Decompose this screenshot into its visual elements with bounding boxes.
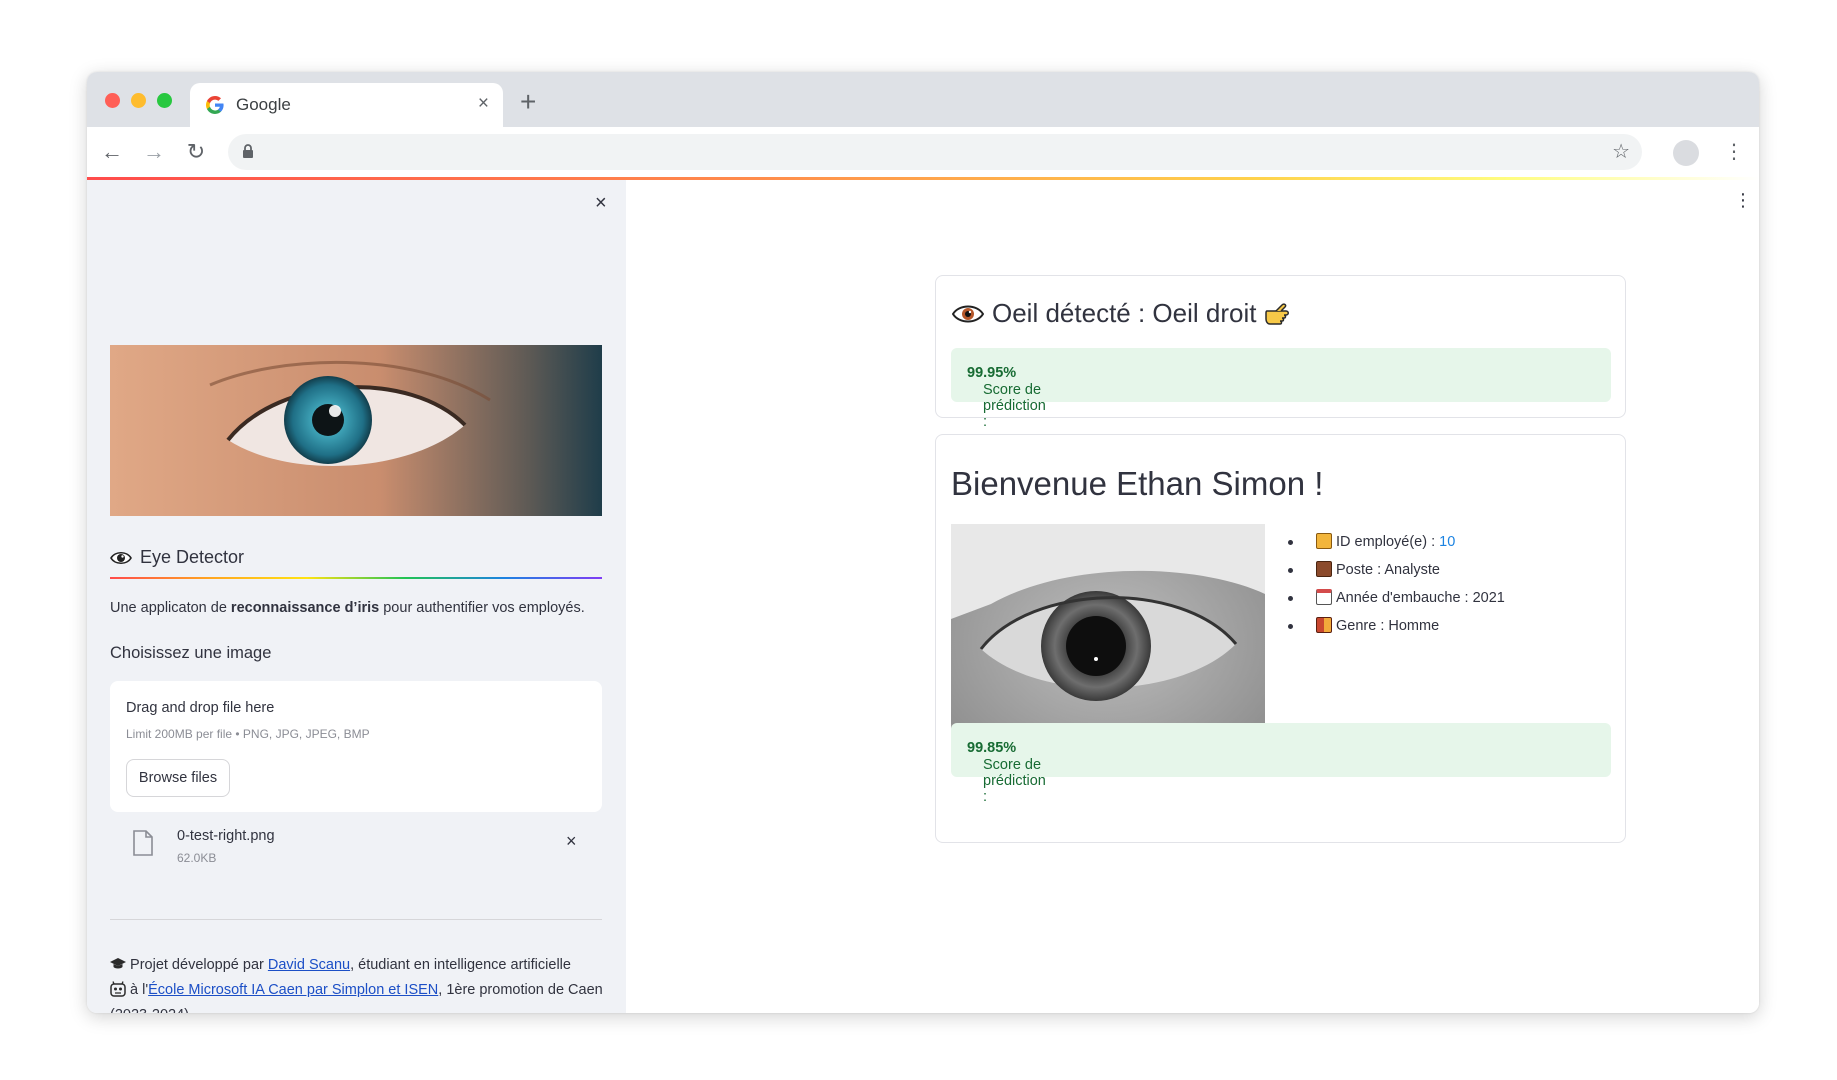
- eye-icon: [952, 305, 984, 322]
- tab-close-icon[interactable]: ×: [478, 93, 489, 115]
- file-name: 0-test-right.png: [177, 828, 275, 844]
- sidebar: × Eye Detector Une applicaton de reconna…: [87, 180, 626, 1013]
- list-item: Genre : Homme: [1288, 612, 1505, 640]
- field-label: Genre :: [1336, 618, 1389, 634]
- app-title-text: Eye Detector: [140, 547, 245, 567]
- file-icon: [133, 830, 153, 856]
- credits-line2-prefix: à l': [126, 982, 149, 998]
- credits-line1-suffix: , étudiant en intelligence artificielle: [350, 957, 571, 973]
- id-folder-icon: [1316, 533, 1332, 549]
- sidebar-close-icon[interactable]: ×: [595, 192, 607, 215]
- forward-button[interactable]: →: [141, 139, 167, 165]
- pointing-right-icon: [1265, 302, 1290, 325]
- field-label: Année d'embauche :: [1336, 590, 1473, 606]
- employee-card: Bienvenue Ethan Simon ! ID employé(e): …: [935, 434, 1626, 843]
- employee-score-value: 99.85%: [967, 740, 1017, 756]
- window-close-dot[interactable]: [105, 93, 120, 108]
- main-content: ⋮ Oeil détecté : Oeil droit Score de pré…: [626, 180, 1759, 1013]
- new-tab-button[interactable]: +: [520, 88, 536, 116]
- app-menu-icon[interactable]: ⋮: [1734, 190, 1752, 210]
- employee-score-label: Score de prédiction :: [983, 757, 1046, 805]
- field-value: Analyste: [1384, 562, 1440, 578]
- detection-title-text: Oeil détecté : Oeil droit: [992, 298, 1257, 328]
- bookmark-star-icon[interactable]: ☆: [1612, 139, 1630, 164]
- back-button[interactable]: ←: [99, 139, 125, 165]
- dropzone-limit: Limit 200MB per file • PNG, JPG, JPEG, B…: [126, 727, 370, 741]
- window-minimize-dot[interactable]: [131, 93, 146, 108]
- description-suffix: pour authentifier vos employés.: [379, 600, 585, 616]
- uploader-label: Choisissez une image: [110, 644, 272, 662]
- list-item: ID employé(e) : 10: [1288, 528, 1505, 556]
- graduation-cap-icon: [110, 958, 126, 969]
- credits-text: Projet développé par David Scanu, étudia…: [110, 953, 605, 1013]
- description-prefix: Une applicaton de: [110, 600, 231, 616]
- detection-card: Oeil détecté : Oeil droit Score de prédi…: [935, 275, 1626, 430]
- field-label: Poste :: [1336, 562, 1385, 578]
- employee-score-box: Score de prédiction : 99.85%: [951, 723, 1611, 805]
- detection-title: Oeil détecté : Oeil droit: [952, 298, 1298, 329]
- detection-score-label: Score de prédiction :: [983, 382, 1046, 430]
- app-title: Eye Detector: [110, 547, 244, 568]
- detection-score-box: Score de prédiction : 99.95%: [951, 348, 1611, 430]
- list-item: Poste : Analyste: [1288, 556, 1505, 584]
- rainbow-divider: [110, 577, 602, 579]
- file-dropzone[interactable]: Drag and drop file here Limit 200MB per …: [110, 681, 602, 812]
- tab-title: Google: [236, 95, 291, 114]
- browse-files-button[interactable]: Browse files: [126, 759, 230, 797]
- browser-titlebar: Google × +: [87, 72, 1759, 127]
- field-label: ID employé(e) :: [1336, 534, 1440, 550]
- dropzone-title: Drag and drop file here: [126, 700, 275, 716]
- description-bold: reconnaissance d’iris: [230, 600, 380, 616]
- robot-face-icon: [110, 981, 126, 997]
- google-g-icon: [206, 96, 224, 114]
- browser-window: Google × + ← → ↻ ☆ ⋮ × Eye Detector Une …: [87, 72, 1759, 1013]
- field-value: 10: [1439, 534, 1456, 550]
- eye-icon: [110, 551, 132, 564]
- address-bar[interactable]: ☆: [228, 134, 1642, 170]
- school-link[interactable]: École Microsoft IA Caen par Simplon et I…: [148, 982, 438, 998]
- employee-info-list: ID employé(e) : 10 Poste : Analyste Anné…: [1288, 528, 1505, 640]
- welcome-heading: Bienvenue Ethan Simon !: [951, 465, 1324, 502]
- file-size: 62.0KB: [177, 851, 217, 865]
- briefcase-icon: [1316, 561, 1332, 577]
- browser-menu-icon[interactable]: ⋮: [1724, 139, 1744, 165]
- browser-tab[interactable]: Google ×: [190, 83, 503, 127]
- calendar-icon: [1316, 589, 1332, 605]
- field-value: 2021: [1472, 590, 1505, 606]
- author-link[interactable]: David Scanu: [268, 957, 350, 973]
- app-description: Une applicaton de reconnaissance d’iris …: [110, 600, 585, 616]
- browser-toolbar: ← → ↻ ☆ ⋮: [87, 127, 1759, 177]
- window-maximize-dot[interactable]: [157, 93, 172, 108]
- credits-line1-prefix: Projet développé par: [126, 957, 268, 973]
- list-item: Année d'embauche : 2021: [1288, 584, 1505, 612]
- people-icon: [1316, 617, 1332, 633]
- field-value: Homme: [1388, 618, 1440, 634]
- remove-file-icon[interactable]: ×: [566, 831, 577, 852]
- hero-eye-image: [110, 345, 602, 516]
- detection-score-value: 99.95%: [967, 365, 1017, 381]
- reload-button[interactable]: ↻: [183, 139, 209, 165]
- lock-icon: [243, 144, 253, 158]
- sidebar-divider: [110, 919, 602, 920]
- profile-avatar[interactable]: [1673, 140, 1699, 166]
- uploaded-file: 0-test-right.png 62.0KB ×: [110, 822, 602, 872]
